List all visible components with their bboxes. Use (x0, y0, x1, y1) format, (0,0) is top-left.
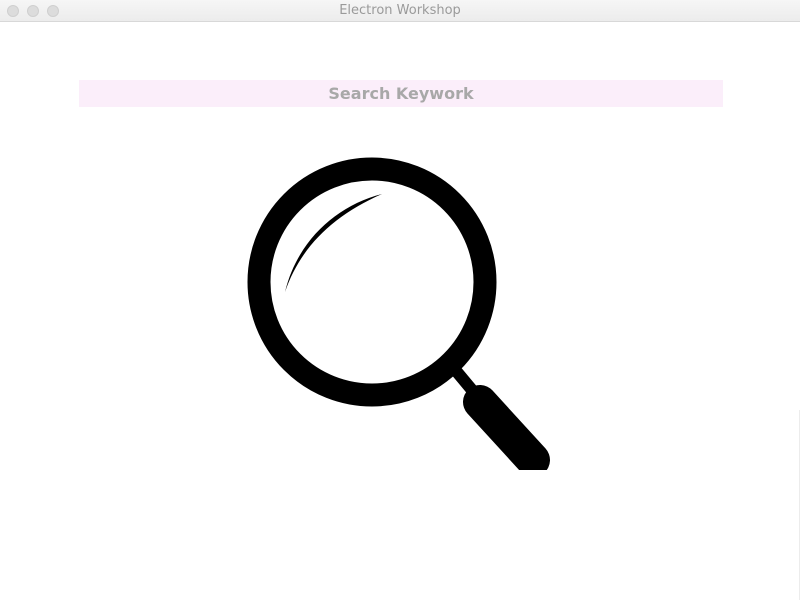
title-bar[interactable]: Electron Workshop (0, 0, 800, 22)
main-content (0, 22, 800, 600)
window-title: Electron Workshop (339, 3, 461, 18)
handle (463, 385, 550, 470)
app-window: Electron Workshop (0, 0, 800, 600)
search-input[interactable] (79, 80, 723, 107)
handle-neck (447, 362, 477, 394)
magnifying-glass-icon[interactable] (240, 150, 560, 470)
lens-ring (247, 157, 497, 407)
